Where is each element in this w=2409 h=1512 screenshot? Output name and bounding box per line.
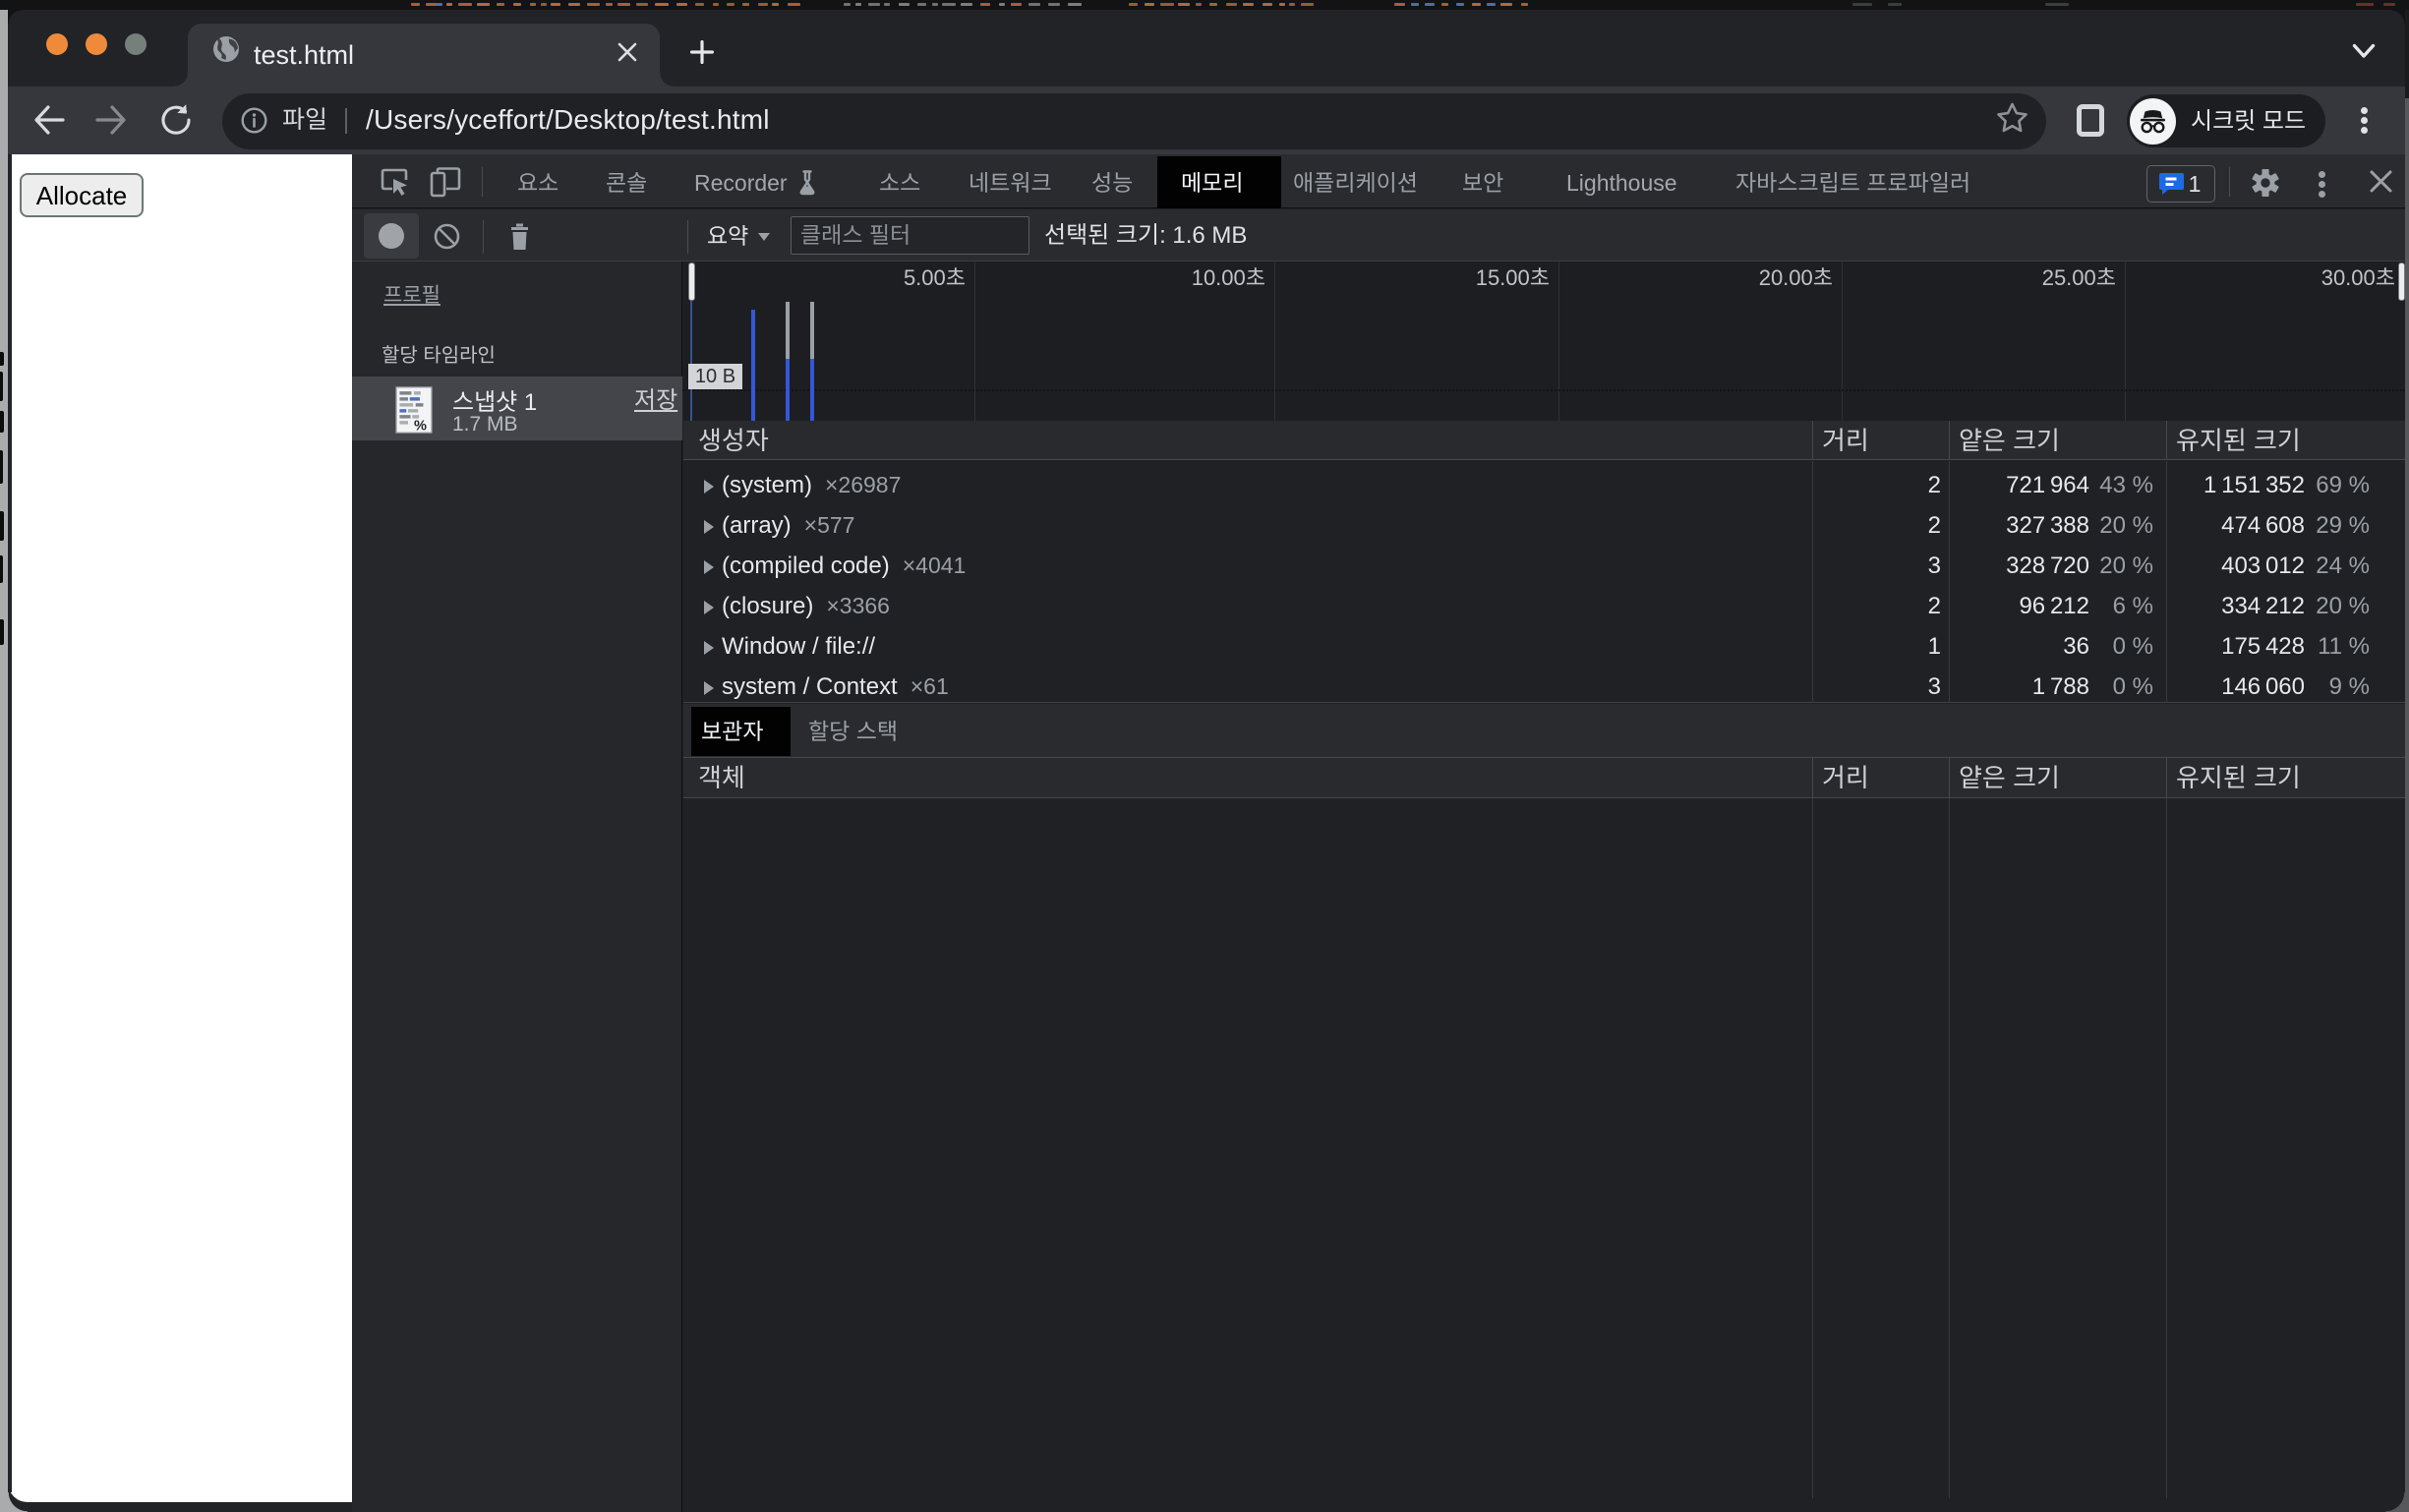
svg-text:%: % [414,419,427,434]
